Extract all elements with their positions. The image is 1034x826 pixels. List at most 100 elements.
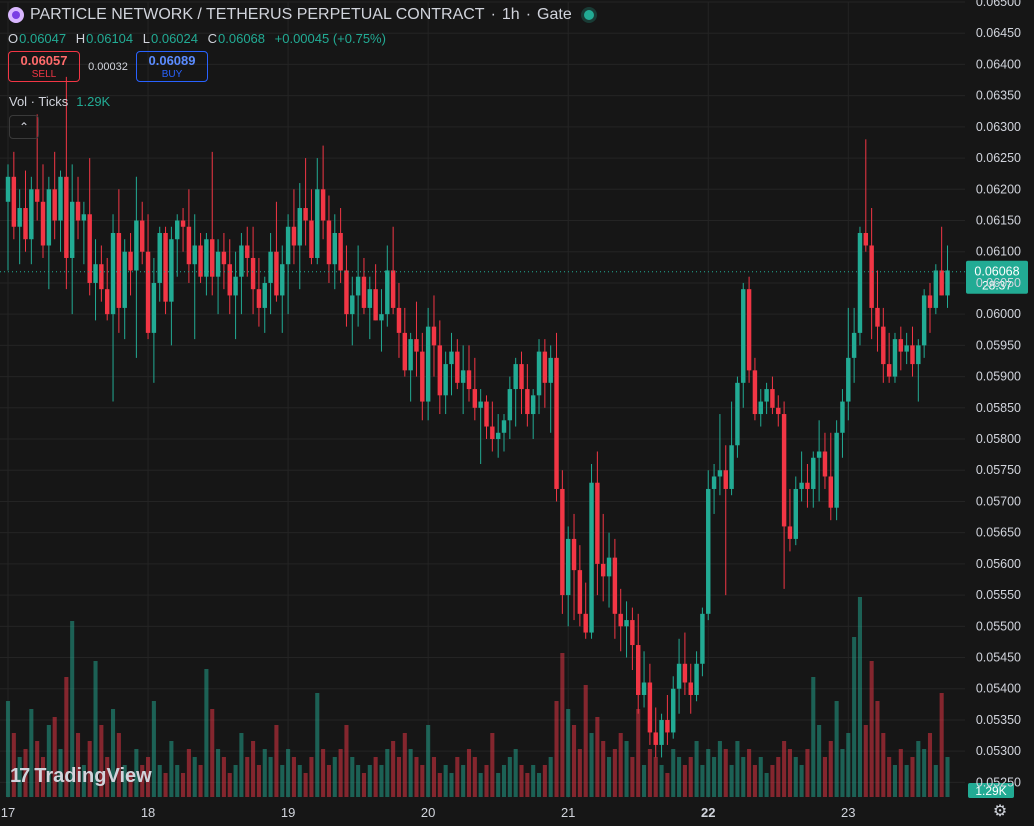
candle-body xyxy=(682,663,688,683)
volume-bar xyxy=(426,725,431,797)
candle-body xyxy=(548,357,553,383)
sell-button[interactable]: 0.06057 SELL xyxy=(8,51,80,82)
candle-body xyxy=(665,719,670,733)
time-axis[interactable]: 17 18 19 20 21 22 23 xyxy=(1,805,856,820)
candle-body xyxy=(636,645,641,695)
volume-bar xyxy=(566,709,571,797)
volume-bar xyxy=(461,765,466,797)
volume-bar xyxy=(204,669,209,797)
candle-body xyxy=(647,682,653,733)
volume-bar xyxy=(361,773,366,797)
volume-bar xyxy=(671,749,676,797)
volume-bar xyxy=(414,757,419,797)
candle-body xyxy=(5,176,11,202)
candle-body xyxy=(495,432,501,440)
volume-bar xyxy=(466,749,472,797)
candle-body xyxy=(694,663,699,695)
settings-gear-icon[interactable]: ⚙ xyxy=(991,803,1009,821)
close-value: 0.06068 xyxy=(218,31,266,46)
candle-body xyxy=(898,339,904,352)
close-label: C xyxy=(207,31,218,46)
candle-body xyxy=(58,176,63,221)
y-tick-label: 0.06100 xyxy=(976,245,1021,259)
candle-body xyxy=(268,251,273,283)
candle-body xyxy=(816,451,822,458)
y-tick-label: 0.05950 xyxy=(976,338,1021,352)
candle-body xyxy=(151,282,157,333)
volume-value: 1.29K xyxy=(76,94,111,109)
volume-bar xyxy=(665,773,670,797)
volume-bar xyxy=(315,693,320,797)
candle-body xyxy=(104,289,110,315)
candle-body xyxy=(589,482,594,633)
volume-bar xyxy=(607,757,612,797)
volume-bar xyxy=(192,757,197,797)
volume-bar xyxy=(846,733,851,797)
candle-body xyxy=(320,189,326,221)
volume-bar xyxy=(554,701,559,797)
volume-bar xyxy=(449,773,454,797)
candle-body xyxy=(110,232,116,315)
candle-body xyxy=(157,232,162,283)
candle-body xyxy=(822,451,828,477)
candle-body xyxy=(717,470,723,477)
volume-bar xyxy=(817,725,822,797)
volume-bar xyxy=(525,773,530,797)
separator: · xyxy=(490,6,496,23)
volume-legend[interactable]: Vol · Ticks 1.29K xyxy=(9,94,110,109)
candle-body xyxy=(840,401,845,433)
volume-bar xyxy=(321,749,326,797)
collapse-legend-button[interactable]: ⌃ xyxy=(9,115,39,139)
price-axis[interactable]: 0.06500 0.06450 0.06400 0.06350 0.06300 0.062… xyxy=(976,0,1021,789)
volume-bar xyxy=(221,757,226,797)
candle-body xyxy=(350,295,355,315)
candle-body xyxy=(490,426,495,440)
volume-bar xyxy=(706,749,711,797)
volume-bar xyxy=(828,741,833,797)
candle-body xyxy=(23,208,28,240)
volume-bar xyxy=(181,773,186,797)
volume-bar xyxy=(875,701,880,797)
particle-logo-icon xyxy=(8,7,24,23)
candle-body xyxy=(711,476,717,489)
candle-body xyxy=(408,339,413,371)
candle-body xyxy=(916,345,921,365)
volume-bar xyxy=(350,757,355,797)
y-tick-label: 0.06400 xyxy=(976,57,1021,71)
volume-bar xyxy=(898,749,903,797)
tradingview-logo[interactable]: 17 TradingView xyxy=(10,765,152,788)
price-chart[interactable]: 0.0606828:371.29K 0.065000.064500.064000… xyxy=(0,0,1034,826)
candle-body xyxy=(939,270,944,296)
volume-bar xyxy=(571,725,577,797)
volume-bar xyxy=(175,765,180,797)
candle-body xyxy=(700,613,705,664)
interval-label[interactable]: 1h xyxy=(502,6,520,24)
candle-body xyxy=(676,663,682,689)
buy-button[interactable]: 0.06089 BUY xyxy=(136,51,208,82)
volume-bar xyxy=(922,749,927,797)
candle-body xyxy=(554,357,559,489)
y-tick-label: 0.06350 xyxy=(976,89,1021,103)
candle-body xyxy=(530,395,536,415)
candle-body xyxy=(315,189,320,258)
volume-bar xyxy=(577,749,582,797)
candle-body xyxy=(303,208,308,221)
volume-bar xyxy=(857,597,863,797)
candle-body xyxy=(64,176,69,258)
volume-bar xyxy=(647,749,652,797)
candlesticks xyxy=(5,76,950,758)
candle-body xyxy=(746,289,752,371)
candle-body xyxy=(793,488,798,539)
symbol-title[interactable]: PARTICLE NETWORK / TETHERUS PERPETUAL CO… xyxy=(30,6,485,24)
y-tick-label: 0.06150 xyxy=(976,214,1021,228)
y-tick-label: 0.05850 xyxy=(976,401,1021,415)
candle-body xyxy=(886,364,892,377)
volume-bar xyxy=(787,749,792,797)
candle-body xyxy=(449,351,454,365)
candle-body xyxy=(361,276,367,308)
volume-bar xyxy=(501,765,507,797)
candle-body xyxy=(326,220,332,265)
candle-body xyxy=(805,482,810,489)
volume-bar xyxy=(274,725,279,797)
volume-bar xyxy=(431,757,437,797)
